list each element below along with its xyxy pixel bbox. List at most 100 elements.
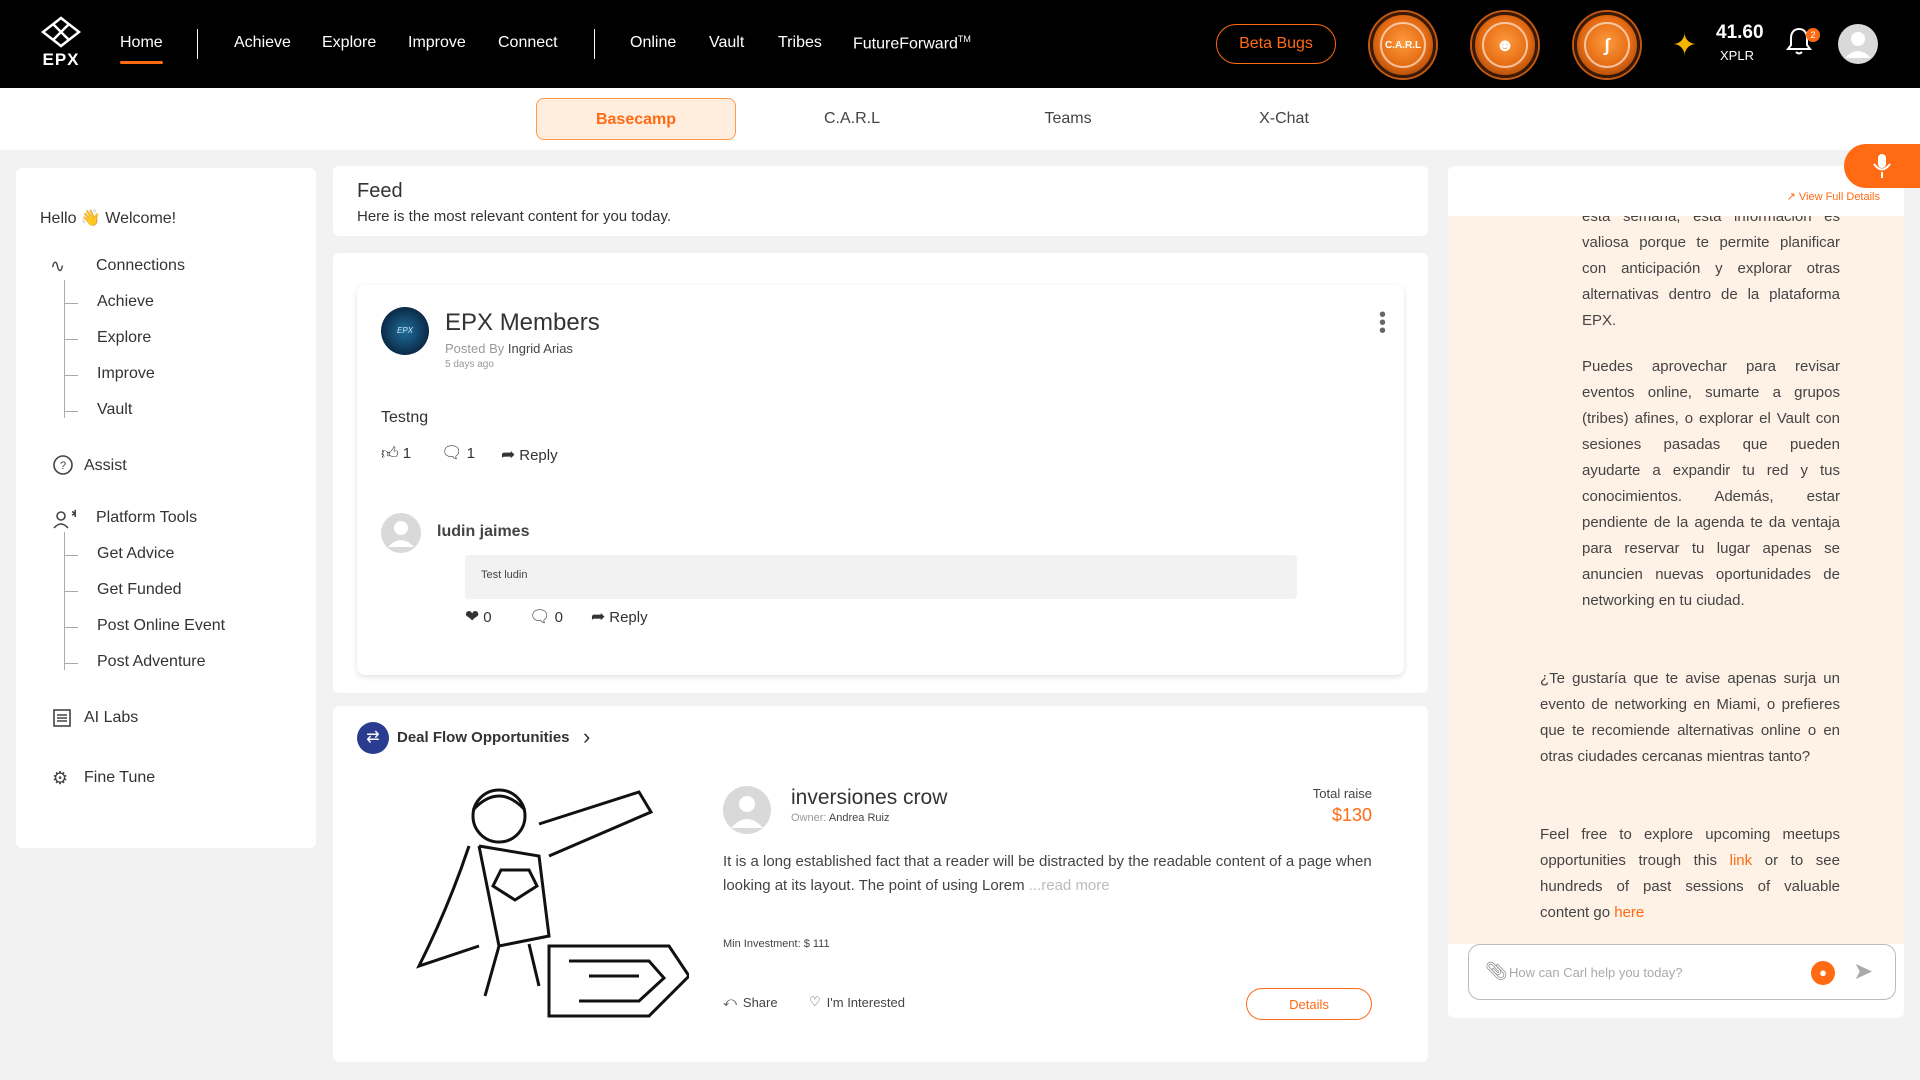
logo-text: EPX — [42, 50, 80, 69]
comment-count: 1 — [466, 444, 475, 462]
post-author[interactable]: Ingrid Arias — [508, 341, 573, 356]
assist-icon: ? — [52, 454, 74, 481]
owner-label: Owner: — [791, 812, 827, 824]
user-avatar[interactable] — [1838, 24, 1878, 64]
comment-replies-button[interactable]: 🗨︎ 0 — [529, 607, 563, 627]
nav-divider — [197, 29, 198, 59]
gear-icon: ⚙ — [52, 768, 69, 788]
send-icon[interactable]: ➤ — [1853, 957, 1873, 986]
interested-button[interactable]: ♡ I'm Interested — [809, 994, 905, 1010]
sidebar-item-improve[interactable]: Improve — [97, 365, 155, 383]
commenter-avatar[interactable] — [381, 513, 421, 553]
xplr-balance[interactable]: ✦ 41.60 XPLR — [1672, 22, 1764, 66]
nav-home[interactable]: Home — [120, 34, 163, 64]
investor-avatar[interactable] — [723, 786, 771, 834]
interested-label: I'm Interested — [826, 994, 906, 1010]
tab-teams[interactable]: Teams — [968, 98, 1168, 140]
nav-futureforward[interactable]: FutureForwardTM — [853, 34, 971, 53]
paperclip-icon[interactable]: 📎︎ — [1485, 961, 1508, 982]
sidebar-item-vault[interactable]: Vault — [97, 401, 132, 419]
deal-name[interactable]: inversiones crow — [791, 786, 947, 810]
tab-carl[interactable]: C.A.R.L — [752, 98, 952, 140]
trademark-mark: TM — [957, 34, 971, 44]
user-placeholder-icon — [388, 521, 414, 547]
meetups-link[interactable]: link — [1730, 852, 1753, 869]
more-options-icon[interactable]: • • • — [1379, 305, 1386, 341]
deal-flow-title[interactable]: Deal Flow Opportunities — [397, 729, 570, 746]
commenter-name[interactable]: ludin jaimes — [437, 523, 529, 541]
svg-text:?: ? — [60, 460, 66, 472]
deal-flow-section: ⇄ Deal Flow Opportunities › inversiones … — [333, 706, 1428, 1062]
reply-button[interactable]: ➦ Reply — [501, 445, 558, 465]
sub-tabs: Basecamp C.A.R.L Teams X-Chat — [0, 88, 1920, 150]
chat-message-paragraph: Puedes aprovechar para revisar eventos o… — [1582, 358, 1840, 609]
nav-vault[interactable]: Vault — [709, 34, 744, 52]
tree-tick — [64, 411, 78, 412]
beta-bugs-button[interactable]: Beta Bugs — [1216, 24, 1336, 64]
sidebar-item-fine-tune[interactable]: Fine Tune — [84, 769, 155, 787]
nav-online[interactable]: Online — [630, 34, 676, 52]
owner-name: Andrea Ruiz — [828, 812, 890, 824]
nav-explore[interactable]: Explore — [322, 34, 376, 52]
read-more-link[interactable]: ...read more — [1029, 877, 1110, 894]
carl-chat-panel: ↗ View Full Details esta semana, esta in… — [1448, 166, 1904, 1018]
chat-message-paragraph: esta semana, esta información es valiosa… — [1582, 216, 1840, 329]
feed-header: Feed Here is the most relevant content f… — [333, 166, 1428, 236]
comments-icon: 🗨︎ — [441, 443, 463, 462]
post-section: EPX MEMBERS EPX Members Posted By Ingrid… — [333, 253, 1428, 693]
details-button[interactable]: Details — [1246, 988, 1372, 1020]
tree-tick — [64, 555, 78, 556]
past-sessions-link[interactable]: here — [1614, 904, 1644, 921]
sidebar-item-post-online-event[interactable]: Post Online Event — [97, 617, 225, 635]
view-full-details-link[interactable]: ↗ View Full Details — [1787, 190, 1880, 203]
sidebar-item-achieve[interactable]: Achieve — [97, 293, 154, 311]
nav-achieve[interactable]: Achieve — [234, 34, 291, 52]
chevron-right-icon[interactable]: › — [583, 724, 590, 750]
chat-input-field[interactable]: How can Carl help you today? — [1509, 965, 1682, 980]
sidebar-item-platform-tools[interactable]: Platform Tools — [96, 509, 197, 527]
voice-fab-microphone-icon[interactable] — [1844, 144, 1920, 188]
dna-orb-button[interactable]: ∫ — [1574, 12, 1640, 78]
sidebar-item-ai-labs[interactable]: AI Labs — [84, 709, 138, 727]
comment-like-count: 0 — [483, 608, 492, 626]
share-button[interactable]: ⤺ Share — [723, 994, 778, 1010]
sidebar-item-get-funded[interactable]: Get Funded — [97, 581, 182, 599]
sidebar-item-assist[interactable]: Assist — [84, 457, 127, 475]
carl-orb-button[interactable]: C.A.R.L — [1370, 12, 1436, 78]
community-orb-button[interactable]: ☻ — [1472, 12, 1538, 78]
tree-tick — [64, 375, 78, 376]
connections-icon: ∿ — [50, 256, 66, 276]
microphone-icon[interactable]: ● — [1811, 961, 1835, 985]
notification-badge: 2 — [1806, 28, 1820, 42]
feed-title: Feed — [357, 180, 403, 202]
like-button[interactable]: 👍︎ 1 — [381, 443, 411, 464]
tree-tick — [64, 627, 78, 628]
post-timestamp: 5 days ago — [445, 359, 494, 370]
deal-description: It is a long established fact that a rea… — [723, 850, 1383, 898]
sidebar-item-explore[interactable]: Explore — [97, 329, 151, 347]
comment-reply-button[interactable]: ➦ Reply — [591, 607, 648, 627]
reply-label: Reply — [519, 446, 558, 464]
nav-connect[interactable]: Connect — [498, 34, 558, 52]
deal-image-superhero — [389, 786, 691, 1026]
group-name[interactable]: EPX Members — [445, 309, 600, 337]
comment-button[interactable]: 🗨︎ 1 — [441, 443, 475, 463]
sidebar-item-get-advice[interactable]: Get Advice — [97, 545, 174, 563]
ai-labs-icon — [52, 708, 72, 733]
share-icon: ⤺ — [723, 994, 737, 1009]
nav-improve[interactable]: Improve — [408, 34, 466, 52]
comment-like-button[interactable]: ❤︎ 0 — [465, 607, 492, 627]
min-investment: Min Investment: $ 111 — [723, 938, 830, 950]
epx-logo[interactable]: EPX — [38, 16, 84, 72]
people-icon: ☻ — [1482, 22, 1528, 68]
group-avatar[interactable]: EPX MEMBERS — [381, 307, 429, 355]
share-label: Share — [742, 994, 778, 1010]
sidebar-item-post-adventure[interactable]: Post Adventure — [97, 653, 206, 671]
comment-text: Test ludin — [465, 555, 1297, 599]
tab-basecamp[interactable]: Basecamp — [536, 98, 736, 140]
user-placeholder-icon — [1845, 32, 1871, 58]
sidebar-item-connections[interactable]: Connections — [96, 257, 185, 275]
tab-x-chat[interactable]: X-Chat — [1184, 98, 1384, 140]
tree-line — [64, 532, 65, 670]
nav-tribes[interactable]: Tribes — [778, 34, 822, 52]
